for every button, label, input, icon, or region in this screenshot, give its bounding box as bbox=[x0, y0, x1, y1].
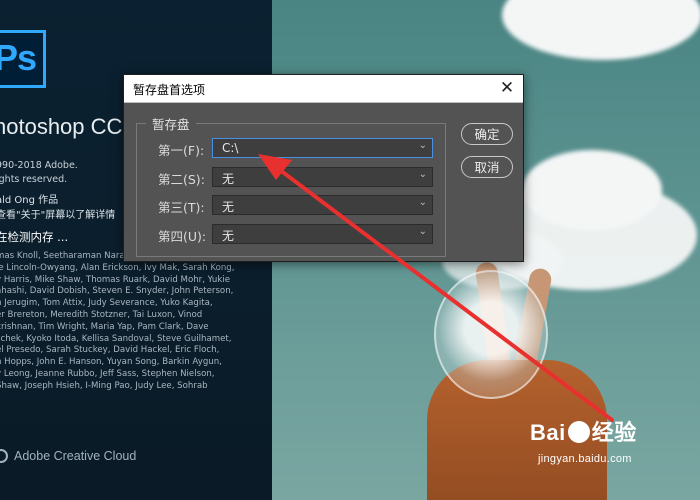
group-label: 暂存盘 bbox=[146, 114, 196, 133]
baidu-paw-icon bbox=[567, 421, 590, 443]
first-disk-value: C:\ bbox=[222, 141, 239, 155]
credits-line: el Presedo, Sarah Stuckey, David Hackel,… bbox=[0, 345, 220, 356]
product-name: hotoshop CC bbox=[0, 114, 123, 139]
chevron-down-icon: ⌄ bbox=[418, 169, 427, 180]
credits-line: schek, Kyoko Itoda, Kellisa Sandoval, St… bbox=[0, 333, 232, 344]
chevron-down-icon: ⌄ bbox=[418, 197, 427, 208]
fourth-disk-select[interactable]: 无 ⌄ bbox=[212, 224, 433, 244]
artwork-line: ald Ong 作品 bbox=[0, 195, 59, 206]
first-disk-label: 第一(F): bbox=[158, 143, 205, 158]
creative-cloud-label: Adobe Creative Cloud bbox=[14, 449, 137, 463]
artwork-line: 查看"关于"屏幕以了解详情 bbox=[0, 210, 116, 221]
credits-list: mas Knoll, Seetharaman Naray ie Lincoln-… bbox=[0, 251, 264, 393]
loading-status: 在检测内存 ... bbox=[0, 230, 69, 244]
chevron-down-icon: ⌄ bbox=[418, 140, 427, 151]
second-disk-value: 无 bbox=[222, 172, 235, 186]
baidu-watermark: Bai 经验 jingyan.baidu.com bbox=[530, 415, 637, 465]
cancel-button[interactable]: 取消 bbox=[461, 156, 513, 178]
fourth-disk-label: 第四(U): bbox=[158, 229, 207, 244]
credits-line: y Harris, Mike Shaw, Thomas Ruark, David… bbox=[0, 274, 231, 285]
credits-line: krishnan, Tim Wright, Maria Yap, Pam Cla… bbox=[0, 321, 209, 332]
cloud-bubble bbox=[434, 270, 548, 399]
first-disk-select[interactable]: C:\ ⌄ bbox=[212, 138, 433, 158]
copyright-line: ights reserved. bbox=[0, 174, 68, 185]
dialog-titlebar[interactable]: 暂存盘首选项 ✕ bbox=[124, 75, 523, 103]
creative-cloud-icon bbox=[0, 449, 8, 463]
credits-line: n Hopps, John E. Hanson, Yuyan Song, Bar… bbox=[0, 357, 222, 368]
chevron-down-icon: ⌄ bbox=[418, 226, 427, 237]
cloud bbox=[522, 150, 662, 230]
photoshop-logo-text: Ps bbox=[0, 37, 37, 78]
third-disk-select[interactable]: 无 ⌄ bbox=[212, 195, 433, 215]
watermark-url: jingyan.baidu.com bbox=[538, 453, 632, 465]
copyright: 990-2018 Adobe. ights reserved. bbox=[0, 159, 78, 187]
second-disk-select[interactable]: 无 ⌄ bbox=[212, 167, 433, 187]
credits-line: er Brereton, Meredith Stotzner, Tai Luxo… bbox=[0, 309, 203, 320]
scratch-disk-dialog: 暂存盘首选项 ✕ 暂存盘 第一(F): C:\ ⌄ 第二(S): 无 ⌄ 第三(… bbox=[123, 74, 524, 262]
copyright-line: 990-2018 Adobe. bbox=[0, 160, 78, 171]
artwork-credit: ald Ong 作品 查看"关于"屏幕以了解详情 bbox=[0, 193, 115, 223]
third-disk-label: 第三(T): bbox=[158, 200, 205, 215]
fourth-disk-value: 无 bbox=[222, 229, 235, 243]
third-disk-value: 无 bbox=[222, 200, 235, 214]
watermark-brand-right: 经验 bbox=[591, 420, 637, 445]
ok-button[interactable]: 确定 bbox=[461, 123, 513, 145]
cloud bbox=[572, 10, 662, 55]
watermark-brand-left: Bai bbox=[530, 420, 566, 445]
credits-line: Shaw, Joseph Hsieh, I-Ming Pao, Judy Lee… bbox=[0, 380, 208, 391]
credits-line: ie Lincoln-Owyang, Alan Erickson, Ivy Ma… bbox=[0, 262, 235, 273]
second-disk-label: 第二(S): bbox=[158, 172, 205, 187]
creative-cloud-brand: Adobe Creative Cloud bbox=[0, 449, 136, 463]
photoshop-logo: Ps bbox=[0, 30, 46, 88]
credits-line: ahashi, David Dobish, Steven E. Snyder, … bbox=[0, 286, 234, 297]
close-icon[interactable]: ✕ bbox=[497, 78, 517, 98]
dialog-title: 暂存盘首选项 bbox=[133, 83, 206, 97]
credits-line: y Leong, Jeanne Rubbo, Jeff Sass, Stephe… bbox=[0, 368, 215, 379]
credits-line: n Jerugim, Tom Attix, Judy Severance, Yu… bbox=[0, 298, 213, 309]
